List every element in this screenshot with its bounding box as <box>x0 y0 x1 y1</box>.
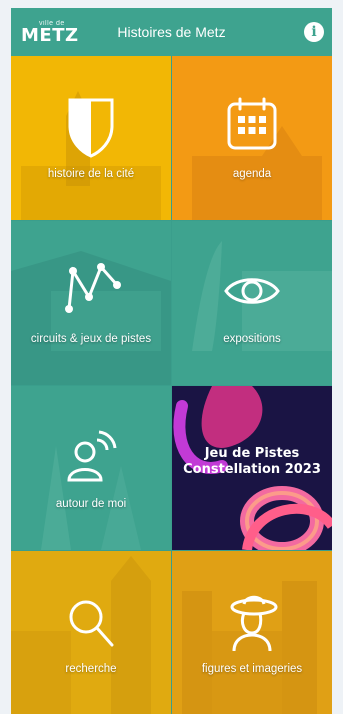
info-icon: i <box>311 24 317 40</box>
logo-title: METZ <box>21 24 79 46</box>
promo-line-2: Constellation 2023 <box>183 462 321 477</box>
tile-label: figures et imageries <box>201 663 303 675</box>
tile-figures-et-imageries[interactable]: figures et imageries <box>172 551 332 714</box>
tile-expositions[interactable]: expositions <box>172 221 332 385</box>
tile-autour-de-moi[interactable]: autour de moi <box>11 386 171 550</box>
route-icon <box>11 259 171 315</box>
tile-circuits[interactable]: circuits & jeux de pistes <box>11 221 171 385</box>
tile-label: circuits & jeux de pistes <box>30 333 152 345</box>
tile-label: autour de moi <box>55 498 127 510</box>
tile-label: expositions <box>223 333 281 345</box>
promo-line-1: Jeu de Pistes <box>204 446 300 461</box>
calendar-icon <box>172 96 332 152</box>
eye-icon <box>172 271 332 311</box>
app-screen: ville de METZ Histoires de Metz i histoi… <box>11 8 332 714</box>
tile-recherche[interactable]: recherche <box>11 551 171 714</box>
tile-agenda[interactable]: agenda <box>172 56 332 220</box>
tile-promo-jeu-de-pistes[interactable]: Jeu de Pistes Constellation 2023 <box>172 386 332 550</box>
shield-icon <box>11 96 171 158</box>
tile-label: agenda <box>232 168 272 180</box>
tile-histoire-de-la-cite[interactable]: histoire de la cité <box>11 56 171 220</box>
promo-title: Jeu de Pistes Constellation 2023 <box>172 446 332 478</box>
info-button[interactable]: i <box>304 22 324 42</box>
location-person-icon <box>11 426 171 486</box>
tile-label: histoire de la cité <box>47 168 135 180</box>
search-icon <box>11 595 171 651</box>
tile-label: recherche <box>65 663 117 675</box>
app-header: ville de METZ Histoires de Metz i <box>11 8 332 56</box>
metz-logo[interactable]: ville de METZ <box>21 20 79 45</box>
lady-hat-icon <box>172 591 332 653</box>
logo-subtitle: ville de <box>39 19 65 27</box>
menu-grid: histoire de la cité agenda circuits & je… <box>11 56 332 714</box>
